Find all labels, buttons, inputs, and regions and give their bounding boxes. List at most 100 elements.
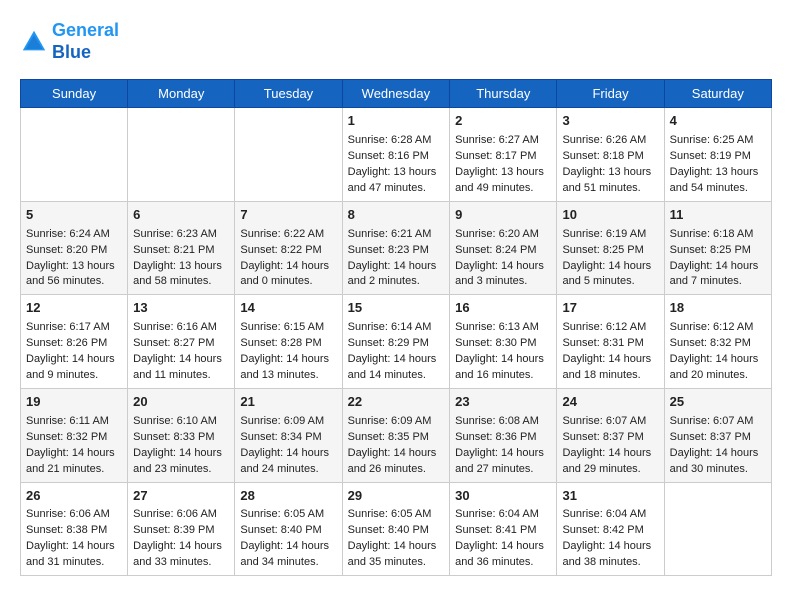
day-info: and 38 minutes. <box>562 555 658 571</box>
calendar-day-2: 2Sunrise: 6:27 AMSunset: 8:17 PMDaylight… <box>450 108 557 202</box>
day-info: Sunset: 8:32 PM <box>26 430 122 446</box>
day-info: and 9 minutes. <box>26 368 122 384</box>
calendar-week-row: 19Sunrise: 6:11 AMSunset: 8:32 PMDayligh… <box>21 388 772 482</box>
day-info: and 5 minutes. <box>562 274 658 290</box>
day-info: and 35 minutes. <box>348 555 445 571</box>
day-info: Sunset: 8:38 PM <box>26 523 122 539</box>
day-info: and 24 minutes. <box>240 462 336 478</box>
day-number: 14 <box>240 299 336 318</box>
day-number: 24 <box>562 393 658 412</box>
day-info: Sunrise: 6:22 AM <box>240 227 336 243</box>
calendar-day-8: 8Sunrise: 6:21 AMSunset: 8:23 PMDaylight… <box>342 201 450 295</box>
logo: GeneralBlue <box>20 20 119 63</box>
empty-cell <box>128 108 235 202</box>
day-info: Sunrise: 6:12 AM <box>562 320 658 336</box>
day-number: 28 <box>240 487 336 506</box>
calendar-day-7: 7Sunrise: 6:22 AMSunset: 8:22 PMDaylight… <box>235 201 342 295</box>
calendar-table: SundayMondayTuesdayWednesdayThursdayFrid… <box>20 79 772 576</box>
day-info: Sunset: 8:21 PM <box>133 243 229 259</box>
calendar-day-21: 21Sunrise: 6:09 AMSunset: 8:34 PMDayligh… <box>235 388 342 482</box>
day-info: Sunrise: 6:04 AM <box>455 507 551 523</box>
day-info: Sunset: 8:19 PM <box>670 149 766 165</box>
day-info: Daylight: 14 hours <box>133 446 229 462</box>
day-info: and 30 minutes. <box>670 462 766 478</box>
day-info: Sunset: 8:35 PM <box>348 430 445 446</box>
day-info: Sunrise: 6:09 AM <box>348 414 445 430</box>
day-number: 20 <box>133 393 229 412</box>
empty-cell <box>21 108 128 202</box>
day-number: 15 <box>348 299 445 318</box>
header-day-monday: Monday <box>128 80 235 108</box>
day-info: Sunrise: 6:20 AM <box>455 227 551 243</box>
day-info: and 14 minutes. <box>348 368 445 384</box>
day-info: Sunrise: 6:10 AM <box>133 414 229 430</box>
calendar-day-12: 12Sunrise: 6:17 AMSunset: 8:26 PMDayligh… <box>21 295 128 389</box>
empty-cell <box>235 108 342 202</box>
day-info: Sunrise: 6:11 AM <box>26 414 122 430</box>
calendar-day-15: 15Sunrise: 6:14 AMSunset: 8:29 PMDayligh… <box>342 295 450 389</box>
header-day-wednesday: Wednesday <box>342 80 450 108</box>
day-number: 17 <box>562 299 658 318</box>
day-number: 22 <box>348 393 445 412</box>
day-info: Daylight: 14 hours <box>670 352 766 368</box>
day-info: Daylight: 13 hours <box>455 165 551 181</box>
day-info: Sunset: 8:20 PM <box>26 243 122 259</box>
day-number: 18 <box>670 299 766 318</box>
day-info: Daylight: 14 hours <box>26 352 122 368</box>
day-info: and 47 minutes. <box>348 181 445 197</box>
day-info: Sunset: 8:30 PM <box>455 336 551 352</box>
day-info: Sunrise: 6:28 AM <box>348 133 445 149</box>
day-info: Daylight: 14 hours <box>348 539 445 555</box>
day-info: Sunrise: 6:26 AM <box>562 133 658 149</box>
calendar-week-row: 12Sunrise: 6:17 AMSunset: 8:26 PMDayligh… <box>21 295 772 389</box>
day-number: 29 <box>348 487 445 506</box>
day-info: Sunset: 8:34 PM <box>240 430 336 446</box>
day-info: Daylight: 13 hours <box>562 165 658 181</box>
day-info: and 21 minutes. <box>26 462 122 478</box>
day-info: and 36 minutes. <box>455 555 551 571</box>
calendar-day-25: 25Sunrise: 6:07 AMSunset: 8:37 PMDayligh… <box>664 388 771 482</box>
day-info: and 0 minutes. <box>240 274 336 290</box>
logo-text: GeneralBlue <box>52 20 119 63</box>
day-info: Sunrise: 6:12 AM <box>670 320 766 336</box>
calendar-day-11: 11Sunrise: 6:18 AMSunset: 8:25 PMDayligh… <box>664 201 771 295</box>
day-number: 1 <box>348 112 445 131</box>
day-info: Daylight: 14 hours <box>240 259 336 275</box>
day-info: Sunset: 8:37 PM <box>670 430 766 446</box>
day-info: and 13 minutes. <box>240 368 336 384</box>
day-number: 9 <box>455 206 551 225</box>
calendar-day-27: 27Sunrise: 6:06 AMSunset: 8:39 PMDayligh… <box>128 482 235 576</box>
day-info: Sunrise: 6:18 AM <box>670 227 766 243</box>
header-day-tuesday: Tuesday <box>235 80 342 108</box>
day-info: Sunset: 8:41 PM <box>455 523 551 539</box>
day-info: Daylight: 14 hours <box>240 446 336 462</box>
calendar-day-17: 17Sunrise: 6:12 AMSunset: 8:31 PMDayligh… <box>557 295 664 389</box>
day-info: and 34 minutes. <box>240 555 336 571</box>
day-number: 12 <box>26 299 122 318</box>
day-info: Sunset: 8:37 PM <box>562 430 658 446</box>
day-info: Sunset: 8:29 PM <box>348 336 445 352</box>
day-number: 23 <box>455 393 551 412</box>
day-info: and 7 minutes. <box>670 274 766 290</box>
day-info: Daylight: 13 hours <box>670 165 766 181</box>
calendar-day-18: 18Sunrise: 6:12 AMSunset: 8:32 PMDayligh… <box>664 295 771 389</box>
day-info: Sunrise: 6:06 AM <box>26 507 122 523</box>
day-number: 4 <box>670 112 766 131</box>
day-info: Sunset: 8:25 PM <box>562 243 658 259</box>
calendar-day-31: 31Sunrise: 6:04 AMSunset: 8:42 PMDayligh… <box>557 482 664 576</box>
header-day-sunday: Sunday <box>21 80 128 108</box>
day-number: 5 <box>26 206 122 225</box>
day-number: 13 <box>133 299 229 318</box>
day-info: Sunrise: 6:05 AM <box>240 507 336 523</box>
day-number: 10 <box>562 206 658 225</box>
day-info: Sunrise: 6:06 AM <box>133 507 229 523</box>
day-number: 26 <box>26 487 122 506</box>
day-number: 6 <box>133 206 229 225</box>
day-number: 2 <box>455 112 551 131</box>
day-info: Daylight: 14 hours <box>562 539 658 555</box>
day-number: 11 <box>670 206 766 225</box>
day-info: and 23 minutes. <box>133 462 229 478</box>
calendar-day-20: 20Sunrise: 6:10 AMSunset: 8:33 PMDayligh… <box>128 388 235 482</box>
day-number: 31 <box>562 487 658 506</box>
calendar-day-6: 6Sunrise: 6:23 AMSunset: 8:21 PMDaylight… <box>128 201 235 295</box>
